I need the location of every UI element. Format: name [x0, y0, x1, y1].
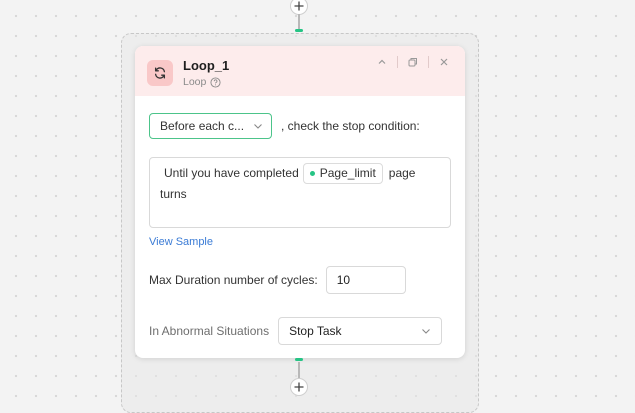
connector-port-bottom: [295, 358, 303, 361]
max-cycles-input[interactable]: [325, 266, 406, 294]
check-timing-select[interactable]: Before each c...: [149, 113, 272, 139]
param-status-dot: [309, 171, 315, 176]
connector-port-top: [295, 29, 303, 32]
chevron-down-icon: [421, 326, 431, 336]
collapse-button[interactable]: [375, 55, 389, 69]
abnormal-row: In Abnormal Situations Stop Task: [149, 317, 443, 345]
condition-text-before: Until you have completed: [164, 166, 299, 180]
condition-editor[interactable]: Until you have completed Page_limit page…: [149, 157, 451, 228]
close-icon: [440, 58, 448, 66]
node-header-actions: [375, 55, 451, 69]
node-title[interactable]: Loop_1: [183, 58, 229, 73]
add-step-button-top[interactable]: [290, 0, 308, 15]
add-step-button-bottom[interactable]: [290, 378, 308, 396]
condition-line: Until you have completed Page_limit page: [160, 163, 440, 184]
condition-text-wrap: turns: [160, 187, 187, 201]
connector-line-bottom: [298, 362, 300, 378]
node-header: Loop_1 Loop: [135, 46, 465, 96]
abnormal-label: In Abnormal Situations: [149, 324, 270, 338]
chevron-up-icon: [378, 59, 386, 64]
close-button[interactable]: [437, 55, 451, 69]
abnormal-action-select[interactable]: Stop Task: [278, 317, 443, 345]
max-duration-row: Max Duration number of cycles:: [149, 266, 406, 294]
plus-icon: [294, 382, 304, 392]
copy-button[interactable]: [406, 55, 420, 69]
stop-condition-row: Before each c... , check the stop condit…: [149, 113, 420, 139]
stop-condition-label: , check the stop condition:: [281, 119, 420, 133]
loop-node-card[interactable]: Loop_1 Loop Before each c... , check the…: [135, 46, 465, 358]
condition-text-after: page: [388, 166, 416, 180]
header-divider: [397, 56, 398, 68]
param-tag-label: Page_limit: [319, 166, 376, 180]
connector-line-top: [298, 14, 300, 30]
node-type-label: Loop: [183, 76, 207, 88]
check-timing-value: Before each c...: [160, 119, 245, 133]
chevron-down-icon: [253, 121, 263, 131]
node-type: Loop: [183, 76, 221, 88]
view-sample-link[interactable]: View Sample: [149, 236, 213, 248]
copy-icon: [408, 58, 417, 67]
abnormal-action-value: Stop Task: [289, 324, 342, 338]
workflow-canvas: Loop_1 Loop Before each c... , check the…: [0, 0, 635, 413]
loop-icon: [147, 60, 173, 86]
param-tag-page-limit[interactable]: Page_limit: [302, 163, 383, 184]
help-icon[interactable]: [210, 76, 221, 88]
header-divider: [428, 56, 429, 68]
max-duration-label: Max Duration number of cycles:: [149, 273, 318, 287]
plus-icon: [294, 1, 304, 11]
